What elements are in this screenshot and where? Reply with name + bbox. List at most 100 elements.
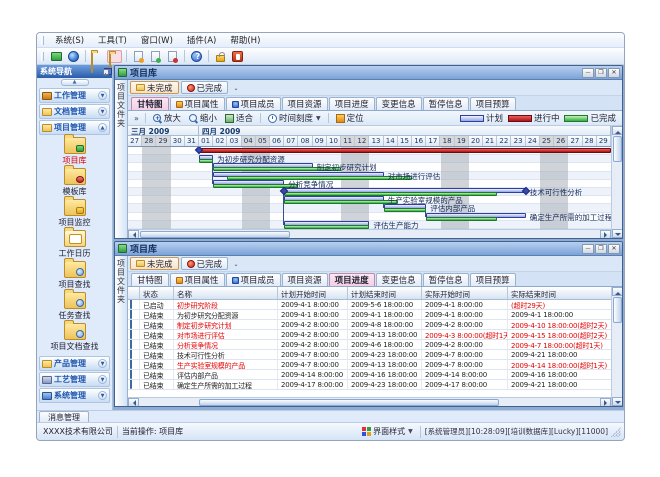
gantt-vscrollbar[interactable] (611, 126, 622, 238)
table-row[interactable]: 已结束确定生产所需的加工过程2009-4-17 8:00:002009-4-23… (128, 380, 611, 390)
progress-table[interactable]: 已启动初步研究阶段2009-4-1 8:00:002009-5-6 18:00:… (128, 300, 611, 397)
project-folder-vtab[interactable]: 项目文件夹 (115, 80, 128, 238)
tab-项目预算[interactable]: 项目预算 (470, 97, 516, 110)
window-titlebar[interactable]: 项目库 (115, 66, 622, 80)
filter-finished-button[interactable]: 已完成 (181, 81, 229, 94)
sidebar-item-4[interactable]: 项目查找 (39, 261, 110, 290)
tab-暂停信息[interactable]: 暂停信息 (423, 273, 469, 286)
doc-new-icon[interactable] (131, 50, 146, 63)
maximize-button[interactable] (595, 244, 607, 254)
globe-icon[interactable] (66, 50, 81, 63)
table-row[interactable]: 已启动初步研究阶段2009-4-1 8:00:002009-5-6 18:00:… (128, 300, 611, 310)
table-row[interactable]: 已结束对市场进行评估2009-4-2 8:00:002009-4-13 18:0… (128, 330, 611, 340)
tab-项目属性[interactable]: 项目属性 (170, 273, 225, 286)
scroll-up-button[interactable] (612, 287, 623, 296)
tab-甘特图[interactable]: 甘特图 (131, 97, 169, 110)
gantt-timescale-button[interactable]: 时间刻度▼ (264, 112, 325, 125)
sidebar-section-5[interactable]: 系统管理▼ (39, 388, 110, 403)
gantt-bar-summary[interactable] (199, 148, 611, 153)
sidebar-section-1[interactable]: 文档管理▼ (39, 104, 110, 119)
gantt-bar-actual[interactable] (284, 200, 398, 204)
gantt-fit-button[interactable]: 适合 (221, 112, 257, 125)
menu-item-2[interactable]: 窗口(W) (134, 33, 180, 47)
sidebar-item-2[interactable]: 项目监控 (39, 199, 110, 228)
menu-item-3[interactable]: 插件(A) (180, 33, 223, 47)
toolbar-grip[interactable] (41, 52, 44, 61)
tab-变更信息[interactable]: 变更信息 (376, 273, 422, 286)
table-row[interactable]: 已结束制定初步研究计划2009-4-2 8:00:002009-4-8 18:0… (128, 320, 611, 330)
pin-icon[interactable] (101, 68, 109, 76)
lock-icon[interactable] (213, 50, 228, 63)
gantt-toolbar-overflow[interactable]: » (131, 114, 142, 123)
gantt-bar-actual[interactable] (284, 225, 369, 229)
hscroll-thumb[interactable] (140, 231, 290, 238)
tab-甘特图[interactable]: 甘特图 (131, 273, 169, 286)
hscroll-thumb[interactable] (199, 399, 499, 406)
chevron-down-icon[interactable]: ▼ (98, 375, 107, 384)
column-header-实际开始时间[interactable]: 实际开始时间 (422, 287, 508, 299)
collapse-all-button[interactable]: ▲ (61, 79, 89, 86)
sidebar-item-5[interactable]: 任务查找 (39, 292, 110, 321)
column-header-icon[interactable] (128, 287, 140, 299)
scroll-right-button[interactable] (600, 230, 611, 239)
gantt-locate-button[interactable]: 定位 (332, 112, 368, 125)
window-titlebar[interactable]: 项目库 (115, 242, 622, 256)
table-row[interactable]: 已结束评估内部产品2009-4-14 8:00:002009-4-16 18:0… (128, 370, 611, 380)
exit-icon[interactable] (230, 50, 245, 63)
doc-delete-icon[interactable] (165, 50, 180, 63)
gantt-bar-actual[interactable] (227, 176, 412, 180)
scroll-down-button[interactable] (612, 229, 623, 238)
help-icon[interactable] (189, 50, 204, 63)
close-button[interactable] (608, 244, 620, 254)
column-header-实际结束时间[interactable]: 实际结束时间 (508, 287, 611, 299)
chevron-down-icon[interactable]: ▼ (98, 107, 107, 116)
filter-unfinished-button[interactable]: 未完成 (130, 81, 179, 94)
tab-项目进度[interactable]: 项目进度 (329, 97, 375, 110)
close-button[interactable] (608, 68, 620, 78)
gantt-bar-actual[interactable] (199, 159, 213, 163)
vscroll-thumb[interactable] (613, 297, 622, 323)
tab-项目进度[interactable]: 项目进度 (329, 273, 375, 286)
menu-item-4[interactable]: 帮助(H) (223, 33, 267, 47)
gantt-chart-body[interactable]: 为初步研究分配资源制定初步研究计划对市场进行评估分析竞争情况技术可行性分析生产实… (128, 147, 611, 229)
gantt-zoom-out-button[interactable]: 缩小 (185, 112, 221, 125)
column-header-名称[interactable]: 名称 (174, 287, 278, 299)
table-hscrollbar[interactable] (128, 397, 611, 406)
table-row[interactable]: 已结束生产实验室规模的产品2009-4-7 8:00:002009-4-13 1… (128, 360, 611, 370)
table-vscrollbar[interactable] (611, 287, 622, 406)
menu-item-0[interactable]: 系统(S) (48, 33, 91, 47)
chevron-down-icon[interactable]: ▼ (98, 91, 107, 100)
interface-style-button[interactable]: 界面样式 ▼ (359, 425, 416, 438)
sidebar-item-0[interactable]: 项目库 (39, 137, 110, 166)
column-header-计划开始时间[interactable]: 计划开始时间 (278, 287, 348, 299)
sidebar-section-2[interactable]: 项目管理▲ (39, 120, 110, 135)
gantt-zoom-in-button[interactable]: +放大 (149, 112, 185, 125)
scroll-left-button[interactable] (128, 398, 139, 406)
chevron-up-icon[interactable]: ▲ (98, 123, 107, 132)
vscroll-thumb[interactable] (613, 136, 622, 162)
table-row[interactable]: 已结束为初步研究分配资源2009-4-1 8:00:002009-4-1 18:… (128, 310, 611, 320)
gantt-bar-actual[interactable] (426, 217, 497, 221)
sidebar-section-4[interactable]: 工艺管理▼ (39, 372, 110, 387)
sidebar-item-3[interactable]: 工作日历 (39, 230, 110, 259)
filter-overflow-button[interactable]: ⌄ (230, 82, 242, 94)
tab-message-management[interactable]: 消息管理 (39, 411, 89, 422)
tab-变更信息[interactable]: 变更信息 (376, 97, 422, 110)
filter-finished-button[interactable]: 已完成 (181, 257, 229, 270)
resize-grip[interactable] (611, 427, 621, 437)
sidebar-item-6[interactable]: 项目文档查找 (39, 323, 110, 352)
save-folder-icon[interactable] (107, 50, 122, 63)
scroll-left-button[interactable] (128, 230, 139, 239)
tab-项目成员[interactable]: 项目成员 (226, 273, 281, 286)
maximize-button[interactable] (595, 68, 607, 78)
filter-unfinished-button[interactable]: 未完成 (130, 257, 179, 270)
sidebar-item-1[interactable]: 模板库 (39, 168, 110, 197)
table-row[interactable]: 已结束分析竞争情况2009-4-2 8:00:002009-4-6 18:00:… (128, 340, 611, 350)
menu-item-1[interactable]: 工具(T) (91, 33, 134, 47)
tab-项目预算[interactable]: 项目预算 (470, 273, 516, 286)
chevron-down-icon[interactable]: ▼ (98, 359, 107, 368)
scroll-right-button[interactable] (600, 398, 611, 406)
filter-overflow-button[interactable]: ⌄ (230, 258, 242, 270)
scroll-down-button[interactable] (612, 397, 623, 406)
minimize-button[interactable] (582, 68, 594, 78)
